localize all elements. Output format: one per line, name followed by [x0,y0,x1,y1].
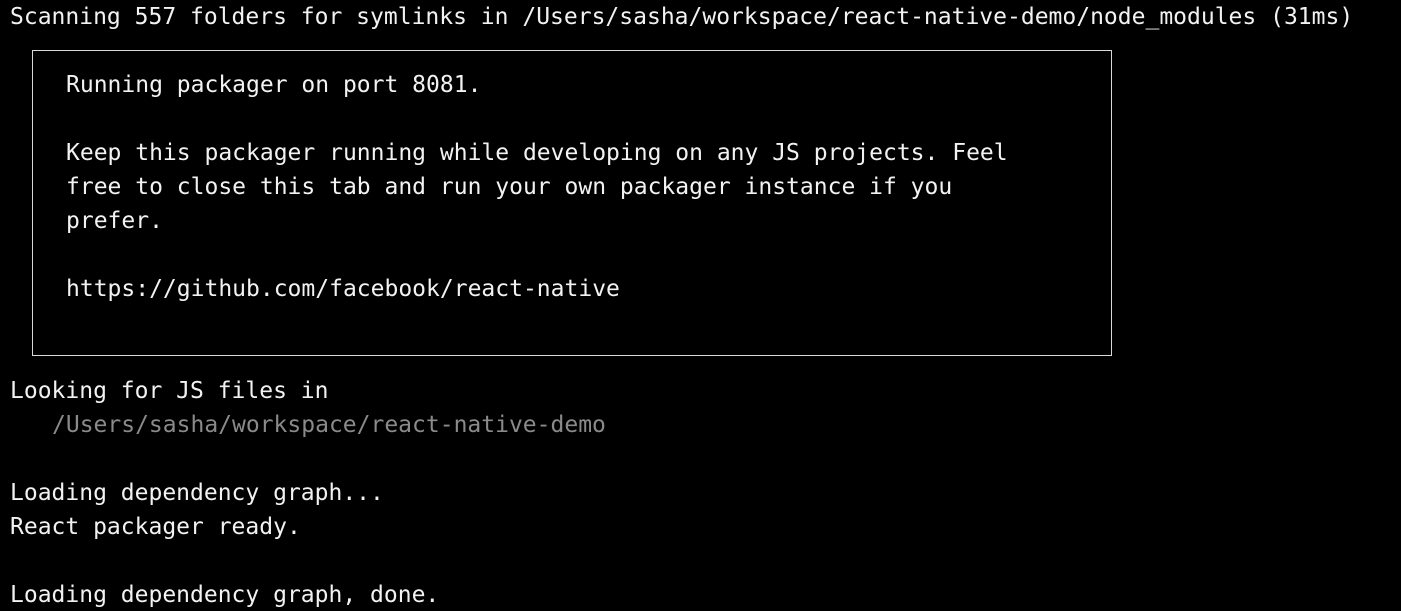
box-bottom-border [32,355,1112,356]
box-corner-bottom-right [1111,350,1112,356]
react-native-github-link[interactable]: https://github.com/facebook/react-native [66,272,620,306]
packager-message-line-1: Keep this packager running while develop… [66,140,1008,166]
packager-message-line-3: prefer. [66,208,163,234]
packager-message-line-2: free to close this tab and run your own … [66,174,953,200]
loading-graph-done-line: Loading dependency graph, done. [10,582,440,608]
loading-graph-line: Loading dependency graph... [10,480,384,506]
packager-info-box: Running packager on port 8081. Keep this… [32,50,1112,356]
terminal-window[interactable]: Scanning 557 folders for symlinks in /Us… [0,0,1401,611]
packager-port-text: Running packager on port 8081. [66,72,482,98]
box-corner-top-right [1111,50,1112,56]
project-path: /Users/sasha/workspace/react-native-demo [52,412,606,438]
scan-line: Scanning 557 folders for symlinks in /Us… [10,4,1354,30]
looking-for-files-line: Looking for JS files in [10,378,329,404]
box-corner-bottom-left [32,350,33,356]
box-top-border [32,50,1112,51]
packager-ready-line: React packager ready. [10,514,301,540]
box-corner-top-left [32,50,33,56]
